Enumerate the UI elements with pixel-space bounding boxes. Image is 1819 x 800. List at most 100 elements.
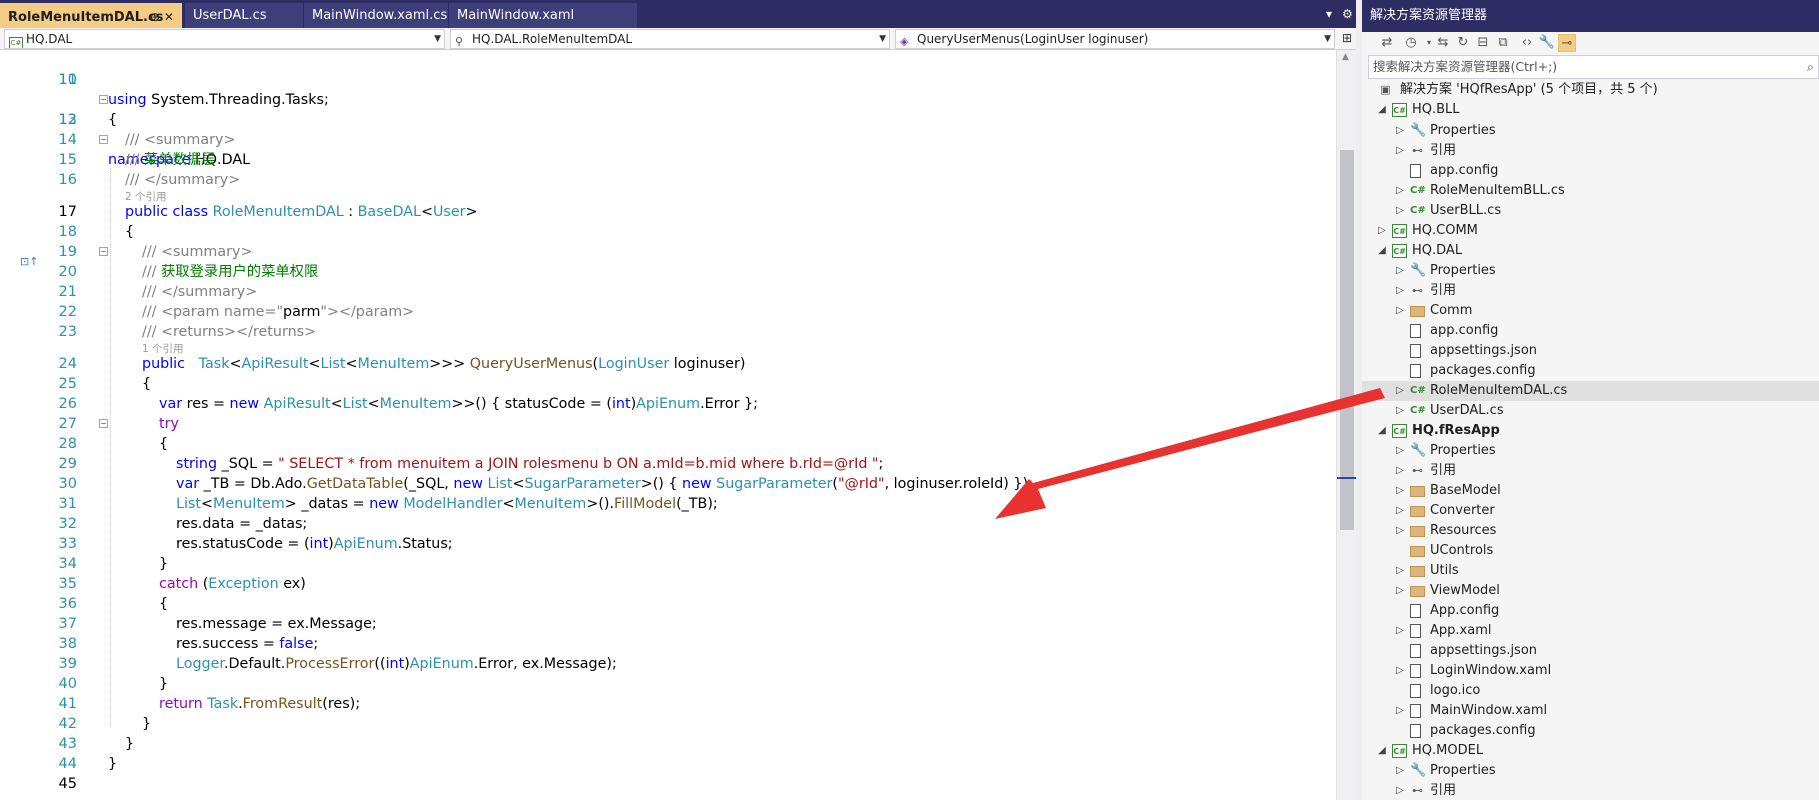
tree-item[interactable]: ▷ MainWindow.xaml <box>1362 701 1819 721</box>
tree-item[interactable]: ▷ App.xaml <box>1362 621 1819 641</box>
tree-item[interactable]: ▷ C# UserDAL.cs <box>1362 401 1819 421</box>
tree-item[interactable]: appsettings.json <box>1362 341 1819 361</box>
collapsed-arrow-icon[interactable]: ▷ <box>1394 701 1406 721</box>
collapse-toggle[interactable]: − <box>99 135 108 144</box>
tab-mainwindow-xaml-cs[interactable]: MainWindow.xaml.cs <box>304 3 448 28</box>
collapse-toggle[interactable]: − <box>99 95 108 104</box>
refresh-icon[interactable]: ↻ <box>1454 34 1472 52</box>
collapsed-arrow-icon[interactable]: ▷ <box>1394 141 1406 161</box>
tree-item[interactable]: ▷ 🔧 Properties <box>1362 761 1819 781</box>
tree-item[interactable]: ▷ ⊷ 引用 <box>1362 461 1819 481</box>
tab-rolemenuitemdal[interactable]: RoleMenuItemDAL.cs ⊕ ✕ <box>0 3 182 28</box>
project-dropdown[interactable]: C# HQ.DAL ▼ <box>4 29 445 49</box>
tree-item[interactable]: ▷ Resources <box>1362 521 1819 541</box>
tree-item[interactable]: app.config <box>1362 321 1819 341</box>
expanded-arrow-icon[interactable]: ◢ <box>1376 741 1388 761</box>
tree-item[interactable]: packages.config <box>1362 721 1819 741</box>
collapse-all-icon[interactable]: ⊟ <box>1474 34 1492 52</box>
search-icon[interactable]: ⌕ <box>1807 56 1814 78</box>
tree-item[interactable]: ▷ C# RoleMenuItemBLL.cs <box>1362 181 1819 201</box>
tree-item[interactable]: ▷ ⊷ 引用 <box>1362 141 1819 161</box>
solution-search-input[interactable]: 搜索解决方案资源管理器(Ctrl+;) ⌕ <box>1368 55 1819 79</box>
collapsed-arrow-icon[interactable]: ▷ <box>1394 621 1406 641</box>
expanded-arrow-icon[interactable]: ◢ <box>1376 241 1388 261</box>
collapsed-arrow-icon[interactable]: ▷ <box>1394 401 1406 421</box>
collapse-toggle[interactable]: − <box>99 419 108 428</box>
view-code-icon[interactable]: ‹› <box>1518 34 1536 52</box>
split-editor-icon[interactable]: ⊞ <box>1342 31 1352 45</box>
tree-item[interactable]: ▷ C# RoleMenuItemDAL.cs <box>1362 381 1819 401</box>
tab-mainwindow-xaml[interactable]: MainWindow.xaml <box>449 3 637 28</box>
collapse-toggle[interactable]: − <box>99 247 108 256</box>
tree-item[interactable]: UControls <box>1362 541 1819 561</box>
vertical-scrollbar[interactable]: ▲ <box>1336 50 1357 800</box>
tree-item[interactable]: App.config <box>1362 601 1819 621</box>
history-icon[interactable]: ◷ <box>1402 34 1420 52</box>
collapsed-arrow-icon[interactable]: ▷ <box>1394 581 1406 601</box>
tree-item[interactable]: ◢ C# HQ.DAL <box>1362 241 1819 261</box>
type-dropdown[interactable]: ⚲ HQ.DAL.RoleMenuItemDAL ▼ <box>450 29 890 49</box>
collapsed-arrow-icon[interactable]: ▷ <box>1394 201 1406 221</box>
tree-item[interactable]: ▷ Comm <box>1362 301 1819 321</box>
sync-icon[interactable]: ⇄ <box>1378 34 1396 52</box>
collapsed-arrow-icon[interactable]: ▷ <box>1394 661 1406 681</box>
collapsed-arrow-icon[interactable]: ▷ <box>1394 481 1406 501</box>
tree-item-label: UserDAL.cs <box>1430 403 1504 418</box>
scrollbar-thumb[interactable] <box>1340 150 1354 530</box>
tab-userdal[interactable]: UserDAL.cs <box>185 3 303 28</box>
collapsed-arrow-icon[interactable]: ▷ <box>1394 761 1406 781</box>
tree-item[interactable]: ◢ C# HQ.BLL <box>1362 100 1819 120</box>
collapsed-arrow-icon[interactable]: ▷ <box>1394 461 1406 481</box>
tree-item[interactable]: logo.ico <box>1362 681 1819 701</box>
settings-gear-icon[interactable]: ⚙ <box>1342 7 1353 21</box>
tree-item[interactable]: ▷ C# UserBLL.cs <box>1362 201 1819 221</box>
expanded-arrow-icon[interactable]: ◢ <box>1376 100 1388 120</box>
collapsed-arrow-icon[interactable]: ▷ <box>1394 121 1406 141</box>
show-all-files-icon[interactable]: ⧉ <box>1494 34 1512 52</box>
tree-item[interactable]: ▷ LoginWindow.xaml <box>1362 661 1819 681</box>
collapsed-arrow-icon[interactable]: ▷ <box>1394 501 1406 521</box>
tab-list-dropdown-icon[interactable]: ▾ <box>1326 7 1332 21</box>
back-icon[interactable]: ⇆ <box>1434 34 1452 52</box>
file-icon <box>1410 364 1421 378</box>
collapsed-arrow-icon[interactable]: ▷ <box>1394 261 1406 281</box>
collapsed-arrow-icon[interactable]: ▷ <box>1394 521 1406 541</box>
tree-item-label: UserBLL.cs <box>1430 203 1502 218</box>
collapsed-arrow-icon[interactable]: ▷ <box>1394 181 1406 201</box>
tree-item[interactable]: ▷ ⊷ 引用 <box>1362 281 1819 301</box>
tree-item[interactable]: ▷ Utils <box>1362 561 1819 581</box>
preview-selected-icon[interactable]: ⊸ <box>1558 34 1576 52</box>
tree-item-label: App.xaml <box>1430 623 1492 638</box>
collapsed-arrow-icon[interactable]: ▷ <box>1394 281 1406 301</box>
tree-item[interactable]: app.config <box>1362 161 1819 181</box>
collapsed-arrow-icon[interactable]: ▷ <box>1394 561 1406 581</box>
tree-item[interactable]: ◢ C# HQ.fResApp <box>1362 421 1819 441</box>
tree-item[interactable]: ▷ Converter <box>1362 501 1819 521</box>
tree-item[interactable]: ▷ 🔧 Properties <box>1362 121 1819 141</box>
type-name: HQ.DAL.RoleMenuItemDAL <box>472 32 633 46</box>
expanded-arrow-icon[interactable]: ◢ <box>1376 421 1388 441</box>
member-dropdown[interactable]: ◈ QueryUserMenus(LoginUser loginuser) ▼ <box>895 29 1335 49</box>
collapsed-arrow-icon[interactable]: ▷ <box>1394 441 1406 461</box>
tree-item[interactable]: ▷ BaseModel <box>1362 481 1819 501</box>
tree-item[interactable]: packages.config <box>1362 361 1819 381</box>
collapsed-arrow-icon[interactable]: ▷ <box>1394 381 1406 401</box>
code-text-area[interactable]: ⊡↑ 10 using System.Threading.Tasks; 11 1… <box>0 50 1336 800</box>
collapsed-arrow-icon[interactable]: ▷ <box>1376 221 1388 241</box>
scroll-up-arrow-icon[interactable]: ▲ <box>1342 52 1349 62</box>
tree-item-label: RoleMenuItemBLL.cs <box>1430 183 1565 198</box>
collapsed-arrow-icon[interactable]: ▷ <box>1394 781 1406 800</box>
tree-item[interactable]: ◢ C# HQ.MODEL <box>1362 741 1819 761</box>
tree-item[interactable]: ▷ 🔧 Properties <box>1362 441 1819 461</box>
properties-wrench-icon[interactable]: 🔧 <box>1538 34 1556 52</box>
collapsed-arrow-icon[interactable]: ▷ <box>1394 301 1406 321</box>
tree-item[interactable]: appsettings.json <box>1362 641 1819 661</box>
solution-root-node[interactable]: ▣ 解决方案 'HQfResApp' (5 个项目，共 5 个) <box>1362 80 1819 100</box>
tree-item[interactable]: ▷ ⊷ 引用 <box>1362 781 1819 800</box>
properties-wrench-icon: 🔧 <box>1410 123 1427 138</box>
tree-item[interactable]: ▷ C# HQ.COMM <box>1362 221 1819 241</box>
tree-item[interactable]: ▷ ViewModel <box>1362 581 1819 601</box>
tree-item[interactable]: ▷ 🔧 Properties <box>1362 261 1819 281</box>
pin-close-icon[interactable]: ⊕ ✕ <box>150 5 174 28</box>
folder-icon <box>1410 586 1425 597</box>
